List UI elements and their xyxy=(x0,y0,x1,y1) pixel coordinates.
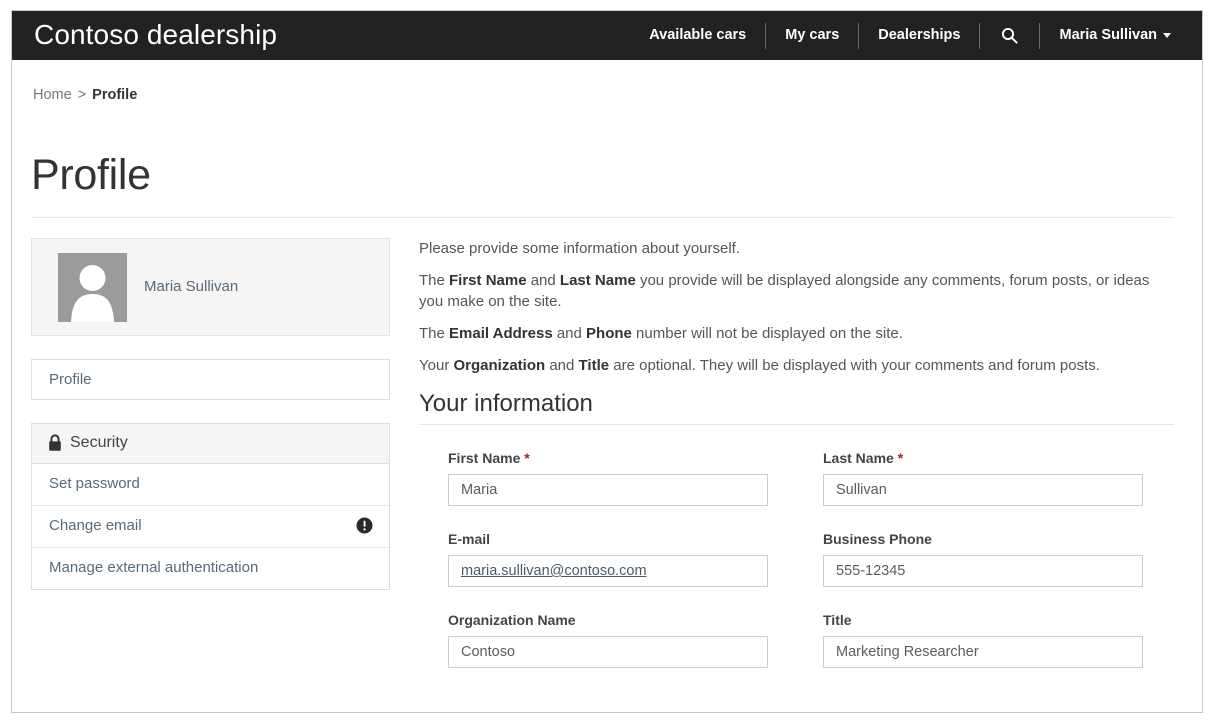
sidebar-item-change-email[interactable]: Change email xyxy=(32,506,389,548)
text-emphasis-email-address: Email Address xyxy=(449,325,553,342)
text-fragment: The xyxy=(419,325,450,342)
text-fragment: and xyxy=(545,357,579,374)
site-brand-logo[interactable]: Contoso dealership xyxy=(34,19,277,51)
field-label-last-name: Last Name * xyxy=(823,450,1143,466)
first-name-input[interactable] xyxy=(448,474,768,506)
page-frame: Contoso dealership Available cars My car… xyxy=(11,10,1203,713)
sidebar-item-set-password[interactable]: Set password xyxy=(32,464,389,506)
breadcrumb-item-home[interactable]: Home xyxy=(33,87,72,103)
field-label-text: Last Name xyxy=(823,450,894,466)
user-avatar-icon xyxy=(71,265,114,322)
security-panel-title: Security xyxy=(70,434,128,451)
nav-item-available-cars[interactable]: Available cars xyxy=(630,11,765,60)
field-label-title: Title xyxy=(823,612,852,628)
text-fragment: The xyxy=(419,272,450,289)
field-group-email: E-mail xyxy=(448,531,768,587)
title-input[interactable] xyxy=(823,636,1143,668)
text-emphasis-title: Title xyxy=(578,357,610,374)
intro-paragraph-2: The First Name and Last Name you provide… xyxy=(419,270,1154,312)
security-panel: Security Set password Change email Manag… xyxy=(31,423,390,590)
text-fragment: and xyxy=(552,325,587,342)
chevron-down-icon xyxy=(1163,32,1171,38)
organization-name-input[interactable] xyxy=(448,636,768,668)
field-group-first-name: First Name * xyxy=(448,450,768,506)
search-button[interactable] xyxy=(980,11,1039,60)
intro-paragraph-4: Your Organization and Title are optional… xyxy=(419,355,1154,376)
form-row: First Name * Last Name * xyxy=(419,450,1174,531)
profile-card-name: Maria Sullivan xyxy=(144,278,239,295)
field-label-business-phone: Business Phone xyxy=(823,531,932,547)
security-panel-header: Security xyxy=(32,424,389,464)
top-navigation-bar: Contoso dealership Available cars My car… xyxy=(12,11,1202,60)
nav-item-my-cars[interactable]: My cars xyxy=(766,11,858,60)
breadcrumb: Home > Profile xyxy=(33,87,137,103)
field-group-organization-name: Organization Name xyxy=(448,612,768,668)
sidebar-item-manage-external-authentication[interactable]: Manage external authentication xyxy=(32,548,389,589)
sidebar: Maria Sullivan Profile Security Set pass… xyxy=(31,238,390,590)
avatar xyxy=(58,253,127,322)
text-emphasis-organization: Organization xyxy=(453,357,546,374)
exclamation-circle-icon xyxy=(356,517,373,534)
user-menu-label: Maria Sullivan xyxy=(1059,27,1157,43)
field-label-email: E-mail xyxy=(448,531,491,547)
field-group-business-phone: Business Phone xyxy=(823,531,1143,587)
sidebar-item-label: Set password xyxy=(49,475,140,492)
breadcrumb-item-profile: Profile xyxy=(92,87,138,103)
nav-item-dealerships[interactable]: Dealerships xyxy=(859,11,979,60)
business-phone-input[interactable] xyxy=(823,555,1143,587)
field-label-organization-name: Organization Name xyxy=(448,612,576,628)
required-marker: * xyxy=(524,450,530,466)
required-marker: * xyxy=(897,450,904,466)
sidebar-item-label: Change email xyxy=(49,517,142,534)
text-fragment: are optional. They will be displayed wit… xyxy=(609,357,1100,374)
text-emphasis-first-name: First Name xyxy=(449,272,527,289)
nav-links-group: Available cars My cars Dealerships Maria… xyxy=(630,11,1190,60)
field-label-text: First Name xyxy=(448,450,521,466)
text-fragment: Your xyxy=(419,357,454,374)
intro-paragraph-3: The Email Address and Phone number will … xyxy=(419,323,1154,344)
profile-card: Maria Sullivan xyxy=(31,238,390,336)
sidebar-item-label: Profile xyxy=(49,371,92,388)
lock-icon xyxy=(49,434,61,451)
sidebar-item-label: Manage external authentication xyxy=(49,559,259,576)
last-name-input[interactable] xyxy=(823,474,1143,506)
intro-paragraph-1: Please provide some information about yo… xyxy=(419,240,741,257)
form-row: E-mail Business Phone xyxy=(419,531,1174,612)
field-group-last-name: Last Name * xyxy=(823,450,1143,506)
text-fragment: number will not be displayed on the site… xyxy=(631,325,903,342)
text-emphasis-phone: Phone xyxy=(586,325,632,342)
form-row: Organization Name Title xyxy=(419,612,1174,693)
sidebar-item-profile[interactable]: Profile xyxy=(31,359,390,400)
field-group-title: Title xyxy=(823,612,1143,668)
title-divider xyxy=(31,217,1173,218)
email-input[interactable] xyxy=(448,555,768,587)
text-emphasis-last-name: Last Name xyxy=(559,272,636,289)
text-fragment: and xyxy=(526,272,560,289)
main-content: Please provide some information about yo… xyxy=(419,238,1174,693)
breadcrumb-separator: > xyxy=(77,87,87,103)
page-title: Profile xyxy=(31,151,151,199)
section-heading-your-information: Your information xyxy=(419,390,593,417)
section-divider xyxy=(419,424,1174,425)
user-menu-button[interactable]: Maria Sullivan xyxy=(1040,11,1190,60)
search-icon xyxy=(1002,27,1019,44)
field-label-first-name: First Name * xyxy=(448,450,768,466)
